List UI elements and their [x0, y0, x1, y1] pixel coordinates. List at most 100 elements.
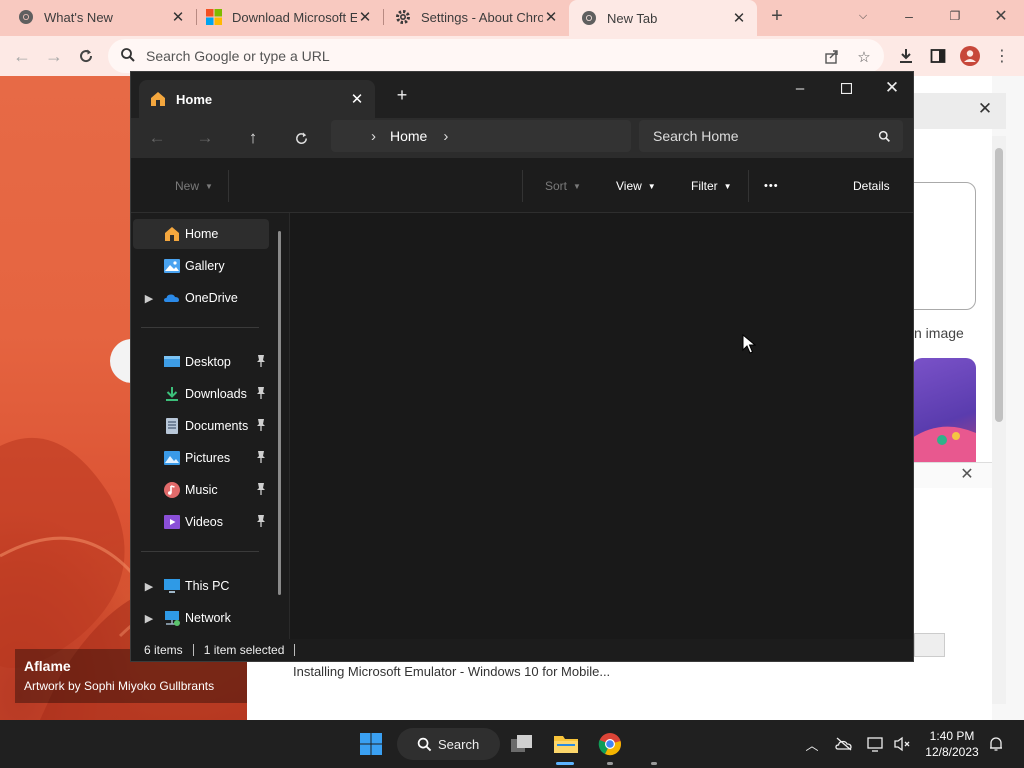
sort-button[interactable]: Sort ▼: [545, 176, 581, 196]
close-tab-icon[interactable]: ✕: [543, 9, 559, 26]
onedrive-offline-icon[interactable]: [834, 734, 854, 754]
chrome-tab-settings[interactable]: Settings - About Chro ✕: [383, 0, 569, 34]
refresh-icon[interactable]: [287, 124, 315, 152]
chrome-tab-download-microsoft[interactable]: Download Microsoft E ✕: [196, 0, 383, 34]
nav-item-onedrive[interactable]: ▶ OneDrive: [133, 283, 269, 313]
bookmark-star-icon[interactable]: ☆: [854, 47, 874, 67]
videos-icon: [164, 515, 180, 529]
pin-icon[interactable]: [255, 482, 267, 496]
clock[interactable]: 1:40 PM 12/8/2023: [918, 728, 986, 760]
search-icon: [871, 126, 897, 146]
document-icon: [166, 418, 178, 434]
explorer-tab-home[interactable]: Home ✕: [139, 80, 375, 118]
close-tab-icon[interactable]: ✕: [731, 10, 747, 27]
page-scroll-thumb[interactable]: [995, 148, 1003, 422]
pin-icon[interactable]: [255, 514, 267, 528]
chrome-menu-icon[interactable]: ⋮: [988, 42, 1016, 70]
see-more-button[interactable]: •••: [764, 176, 779, 196]
forward-arrow-icon[interactable]: →: [191, 124, 219, 152]
search-input[interactable]: Search Home: [639, 120, 903, 152]
close-window-icon[interactable]: ✕: [869, 74, 913, 102]
filter-button[interactable]: Filter ▼: [691, 176, 732, 196]
close-tab-icon[interactable]: ✕: [347, 89, 367, 109]
download-icon[interactable]: [892, 42, 920, 70]
chrome-tab-strip: What's New ✕ Download Microsoft E ✕ Sett…: [0, 0, 1024, 36]
new-label: New: [175, 179, 200, 193]
tab-label: What's New: [44, 9, 113, 25]
pin-icon[interactable]: [255, 354, 267, 368]
chevron-right-icon[interactable]: ›: [443, 128, 448, 145]
minimize-icon[interactable]: –: [895, 4, 923, 28]
selection-count: 1 item selected: [203, 643, 285, 657]
view-button[interactable]: View ▼: [616, 176, 656, 196]
close-icon[interactable]: ✕: [958, 465, 976, 483]
network-display-icon[interactable]: [866, 734, 886, 754]
running-app-indicator: [607, 762, 613, 765]
restore-icon[interactable]: ❐: [941, 4, 969, 28]
popup-input[interactable]: [914, 633, 945, 657]
chevron-right-icon[interactable]: ▶: [143, 578, 155, 594]
minimize-icon[interactable]: –: [777, 74, 823, 102]
nav-label: Documents: [185, 419, 249, 433]
breadcrumb-home[interactable]: Home: [390, 128, 427, 144]
nav-pane-scrollbar[interactable]: [278, 231, 281, 595]
nav-item-network[interactable]: ▶ Network: [133, 603, 269, 633]
back-arrow-icon[interactable]: ←: [143, 124, 171, 152]
nav-item-pictures[interactable]: Pictures: [133, 443, 269, 473]
search-placeholder: Search Home: [653, 128, 739, 144]
forward-arrow-icon[interactable]: →: [40, 42, 68, 70]
task-view-button[interactable]: [502, 726, 542, 762]
tab-search-chevron-icon[interactable]: ⌵: [849, 4, 877, 28]
start-button[interactable]: [351, 726, 391, 762]
file-list-area[interactable]: [290, 213, 913, 639]
taskbar-search-button[interactable]: Search: [397, 728, 500, 760]
pin-icon[interactable]: [255, 450, 267, 464]
notification-bell-icon[interactable]: [986, 734, 1006, 754]
maximize-icon[interactable]: [823, 74, 869, 102]
share-icon[interactable]: [822, 47, 842, 67]
side-panel-icon[interactable]: [924, 42, 952, 70]
close-tab-icon[interactable]: ✕: [170, 9, 186, 26]
volume-muted-icon[interactable]: [892, 734, 912, 754]
nav-item-desktop[interactable]: Desktop: [133, 347, 269, 377]
chevron-up-icon[interactable]: ︿: [802, 734, 822, 754]
pin-icon[interactable]: [255, 386, 267, 400]
search-image-thumbnail[interactable]: [912, 358, 976, 462]
tab-label: Home: [176, 91, 213, 107]
nav-item-home[interactable]: Home: [133, 219, 269, 249]
details-button[interactable]: Details: [853, 176, 890, 196]
omnibox[interactable]: Search Google or type a URL ☆: [108, 39, 884, 73]
close-tab-icon[interactable]: ✕: [357, 9, 373, 26]
close-window-icon[interactable]: ✕: [987, 4, 1015, 28]
chevron-right-icon[interactable]: ▶: [143, 610, 155, 626]
status-divider: [294, 644, 296, 656]
taskbar: Search ︿ 1:40 PM 12/8/2023: [0, 720, 1024, 768]
sort-label: Sort: [545, 179, 568, 193]
up-arrow-icon[interactable]: ↑: [239, 124, 267, 152]
pin-icon[interactable]: [255, 418, 267, 432]
nav-item-videos[interactable]: Videos: [133, 507, 269, 537]
taskbar-file-explorer[interactable]: [546, 726, 586, 762]
chrome-tab-new-tab[interactable]: New Tab ✕: [569, 0, 757, 36]
address-field[interactable]: › Home ›: [331, 120, 631, 152]
new-tab-plus-icon[interactable]: +: [391, 84, 413, 106]
taskbar-chrome[interactable]: [590, 726, 630, 762]
chrome-tab-whats-new[interactable]: What's New ✕: [0, 0, 196, 34]
new-tab-plus-icon[interactable]: +: [763, 4, 791, 28]
download-status-text[interactable]: Installing Microsoft Emulator - Windows …: [293, 664, 610, 679]
nav-item-downloads[interactable]: Downloads: [133, 379, 269, 409]
tab-label: New Tab: [607, 10, 658, 26]
reload-icon[interactable]: [72, 42, 100, 70]
nav-item-music[interactable]: Music: [133, 475, 269, 505]
close-icon[interactable]: ✕: [976, 99, 994, 118]
home-icon: [165, 227, 179, 241]
avatar[interactable]: [956, 42, 984, 70]
back-arrow-icon[interactable]: ←: [8, 42, 36, 70]
nav-item-this-pc[interactable]: ▶ This PC: [133, 571, 269, 601]
chevron-right-icon[interactable]: ▶: [143, 290, 155, 306]
new-button[interactable]: New ▼: [175, 176, 213, 196]
nav-label: Downloads: [185, 387, 247, 401]
nav-item-documents[interactable]: Documents: [133, 411, 269, 441]
nav-item-gallery[interactable]: Gallery: [133, 251, 269, 281]
nav-label: Desktop: [185, 355, 231, 369]
